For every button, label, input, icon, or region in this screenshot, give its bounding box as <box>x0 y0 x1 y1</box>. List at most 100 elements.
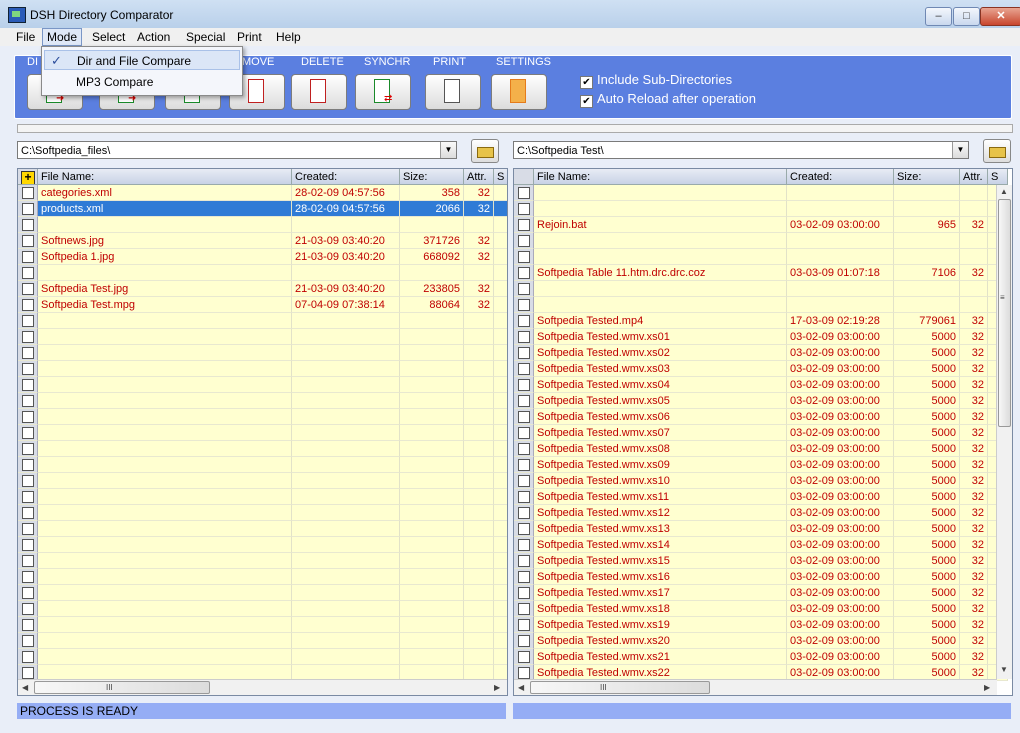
menu-item-mp3-compare[interactable]: MP3 Compare <box>44 72 240 92</box>
row-checkbox[interactable] <box>518 299 530 311</box>
row-checkbox[interactable] <box>22 331 34 343</box>
row-checkbox[interactable] <box>518 587 530 599</box>
row-checkbox-cell[interactable] <box>18 297 38 313</box>
row-checkbox[interactable] <box>22 235 34 247</box>
row-checkbox-cell[interactable] <box>18 281 38 297</box>
row-checkbox-cell[interactable] <box>18 249 38 265</box>
row-checkbox[interactable] <box>22 507 34 519</box>
row-checkbox-cell[interactable] <box>18 457 38 473</box>
row-checkbox-cell[interactable] <box>514 217 534 233</box>
column-header-file-name[interactable]: File Name: <box>534 169 787 185</box>
row-checkbox-cell[interactable] <box>514 345 534 361</box>
menu-mode[interactable]: Mode <box>42 28 83 46</box>
row-checkbox-cell[interactable] <box>514 537 534 553</box>
row-checkbox-cell[interactable] <box>18 585 38 601</box>
row-checkbox[interactable] <box>22 427 34 439</box>
row-checkbox[interactable] <box>22 571 34 583</box>
row-checkbox-cell[interactable] <box>514 473 534 489</box>
row-checkbox[interactable] <box>518 347 530 359</box>
row-checkbox[interactable] <box>22 619 34 631</box>
row-checkbox-cell[interactable] <box>514 617 534 633</box>
row-checkbox-cell[interactable] <box>514 489 534 505</box>
left-path-combo[interactable]: C:\Softpedia_files\ ▼ <box>17 141 457 159</box>
row-checkbox[interactable] <box>518 443 530 455</box>
row-checkbox-cell[interactable] <box>514 441 534 457</box>
right-hscroll-thumb[interactable] <box>530 681 710 694</box>
column-header-attr[interactable]: Attr. <box>464 169 494 185</box>
select-all-header[interactable]: + <box>18 169 38 185</box>
right-file-list[interactable]: File Name: Created: Size: Attr. S Rejoin.bat 0… <box>513 168 1013 696</box>
row-checkbox-cell[interactable] <box>18 329 38 345</box>
row-checkbox-cell[interactable] <box>18 473 38 489</box>
menu-special[interactable]: Special <box>182 29 229 45</box>
scroll-down-icon[interactable]: ▼ <box>1000 665 1008 674</box>
row-checkbox[interactable] <box>22 491 34 503</box>
row-checkbox-cell[interactable] <box>18 313 38 329</box>
row-checkbox[interactable] <box>518 523 530 535</box>
scroll-left-icon[interactable]: ◀ <box>22 683 28 692</box>
row-checkbox-cell[interactable] <box>18 553 38 569</box>
row-checkbox[interactable] <box>22 363 34 375</box>
row-checkbox[interactable] <box>518 283 530 295</box>
chevron-down-icon[interactable]: ▼ <box>440 142 456 158</box>
row-checkbox-cell[interactable] <box>514 457 534 473</box>
menu-print[interactable]: Print <box>233 29 266 45</box>
row-checkbox[interactable] <box>22 299 34 311</box>
row-checkbox[interactable] <box>518 603 530 615</box>
row-checkbox-cell[interactable] <box>18 489 38 505</box>
row-checkbox[interactable] <box>518 251 530 263</box>
row-checkbox-cell[interactable] <box>514 185 534 201</box>
row-checkbox[interactable] <box>518 235 530 247</box>
column-header-created[interactable]: Created: <box>292 169 400 185</box>
row-checkbox[interactable] <box>518 555 530 567</box>
row-checkbox-cell[interactable] <box>514 265 534 281</box>
close-button[interactable]: ✕ <box>980 7 1020 26</box>
row-checkbox-cell[interactable] <box>514 601 534 617</box>
row-checkbox-cell[interactable] <box>18 265 38 281</box>
right-vscroll-thumb[interactable] <box>998 199 1011 427</box>
row-checkbox[interactable] <box>518 651 530 663</box>
scroll-left-icon[interactable]: ◀ <box>518 683 524 692</box>
row-checkbox[interactable] <box>22 379 34 391</box>
row-checkbox[interactable] <box>518 491 530 503</box>
chevron-down-icon[interactable]: ▼ <box>952 142 968 158</box>
row-checkbox[interactable] <box>518 411 530 423</box>
row-checkbox-cell[interactable] <box>514 313 534 329</box>
row-checkbox-cell[interactable] <box>514 569 534 585</box>
column-header-extra[interactable]: S <box>494 169 507 185</box>
row-checkbox-cell[interactable] <box>18 345 38 361</box>
row-checkbox-cell[interactable] <box>18 409 38 425</box>
row-checkbox-cell[interactable] <box>18 377 38 393</box>
minimize-button[interactable]: ‒ <box>925 7 952 26</box>
row-checkbox[interactable] <box>518 363 530 375</box>
row-checkbox-cell[interactable] <box>514 377 534 393</box>
row-checkbox[interactable] <box>22 219 34 231</box>
row-checkbox-cell[interactable] <box>18 201 38 217</box>
include-subdirs-option[interactable]: ✔ Include Sub-Directories <box>580 72 732 89</box>
row-checkbox[interactable] <box>22 539 34 551</box>
row-checkbox[interactable] <box>518 219 530 231</box>
row-checkbox-cell[interactable] <box>18 361 38 377</box>
row-checkbox-cell[interactable] <box>18 233 38 249</box>
row-checkbox-cell[interactable] <box>514 201 534 217</box>
row-checkbox-cell[interactable] <box>514 329 534 345</box>
row-checkbox-cell[interactable] <box>514 585 534 601</box>
row-checkbox-cell[interactable] <box>18 569 38 585</box>
row-checkbox-cell[interactable] <box>18 521 38 537</box>
row-checkbox[interactable] <box>22 395 34 407</box>
right-hscrollbar[interactable]: ◀ III ▶ <box>514 679 997 695</box>
select-all-header[interactable] <box>514 169 534 185</box>
row-checkbox[interactable] <box>518 331 530 343</box>
row-checkbox[interactable] <box>22 603 34 615</box>
row-checkbox[interactable] <box>22 315 34 327</box>
row-checkbox[interactable] <box>518 427 530 439</box>
row-checkbox[interactable] <box>518 475 530 487</box>
column-header-size[interactable]: Size: <box>894 169 960 185</box>
right-path-combo[interactable]: C:\Softpedia Test\ ▼ <box>513 141 969 159</box>
row-checkbox[interactable] <box>22 651 34 663</box>
auto-reload-checkbox[interactable]: ✔ <box>580 95 593 108</box>
row-checkbox-cell[interactable] <box>514 249 534 265</box>
row-checkbox-cell[interactable] <box>18 537 38 553</box>
row-checkbox[interactable] <box>22 555 34 567</box>
row-checkbox[interactable] <box>22 667 34 679</box>
